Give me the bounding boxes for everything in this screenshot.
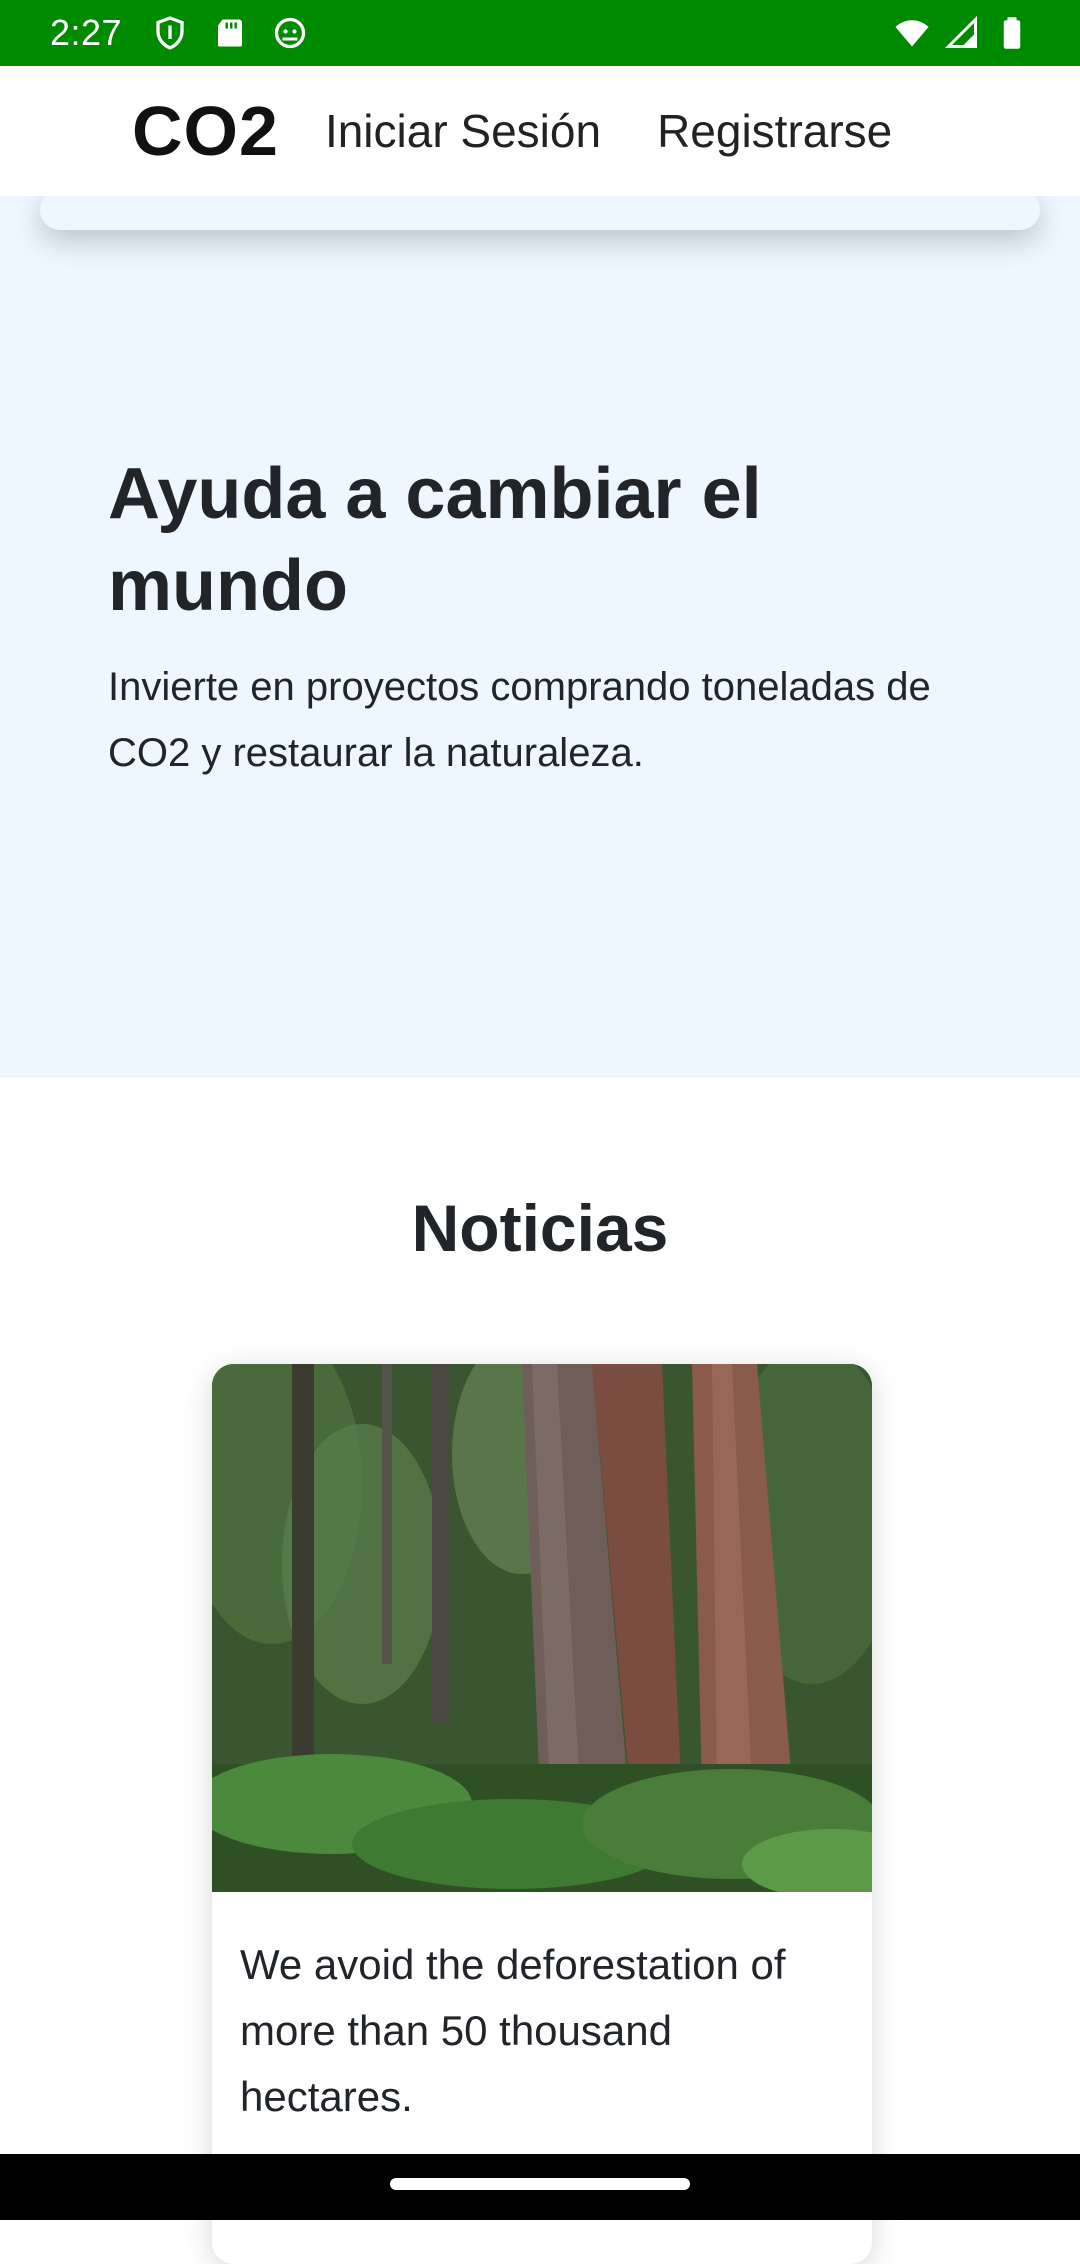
navigation-bar (0, 2154, 1080, 2220)
register-link[interactable]: Registrarse (657, 104, 892, 158)
hero-section: Ayuda a cambiar el mundo Invierte en pro… (0, 196, 1080, 1078)
news-title: Noticias (411, 1191, 669, 1265)
home-handle[interactable] (390, 2178, 690, 2190)
brand-logo[interactable]: CO2 (132, 91, 279, 171)
hero-title: Ayuda a cambiar el mundo (108, 454, 762, 626)
news-card[interactable]: We avoid the deforestation of more than … (212, 1364, 872, 2264)
sd-card-icon (212, 15, 248, 51)
shield-icon (152, 15, 188, 51)
forest-image (212, 1364, 872, 1899)
forest-illustration (212, 1364, 872, 1899)
hero-description: Invierte en proyectos comprando tonelada… (108, 665, 931, 775)
status-right-icons (894, 15, 1030, 51)
status-time: 2:27 (50, 12, 123, 53)
battery-icon (994, 15, 1030, 51)
wifi-icon (894, 15, 930, 51)
status-bar: 2:27 (0, 0, 1080, 66)
android-icon (272, 15, 308, 51)
signal-icon (944, 15, 980, 51)
news-card-text: We avoid the deforestation of more than … (240, 1941, 786, 2120)
status-left-icons (152, 15, 308, 51)
navbar-shadow (40, 190, 1040, 230)
login-link[interactable]: Iniciar Sesión (325, 104, 601, 158)
navbar: CO2 Iniciar Sesión Registrarse (0, 66, 1080, 196)
